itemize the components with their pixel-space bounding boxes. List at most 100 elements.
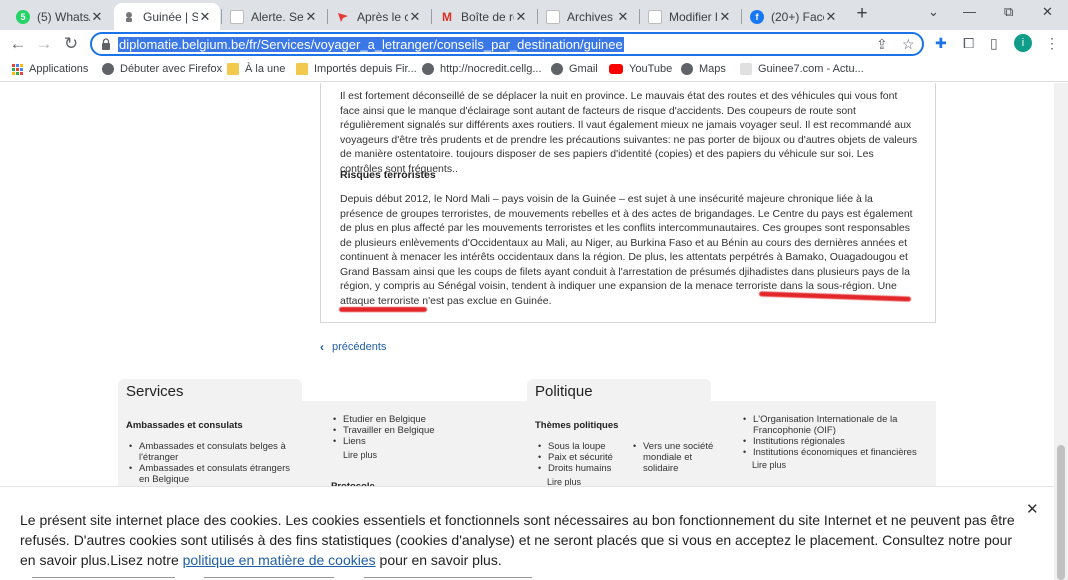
section-heading-risques: Risques terroristes — [340, 169, 436, 181]
extension-icon[interactable]: ✚ — [935, 35, 947, 52]
page-scrollbar[interactable] — [1054, 83, 1068, 580]
close-icon[interactable]: ✕ — [718, 9, 732, 25]
cookie-policy-link[interactable]: politique en matière de cookies — [183, 552, 376, 568]
arrow-logo-icon — [336, 10, 350, 24]
tab-title: Archives de — [567, 9, 616, 24]
globe-icon — [681, 63, 693, 75]
new-tab-button[interactable]: + — [852, 4, 872, 24]
footer-heading-themes[interactable]: Thèmes politiques — [535, 420, 618, 431]
footer-heading-ambassades[interactable]: Ambassades et consulats — [126, 420, 243, 431]
profile-avatar[interactable]: i — [1014, 34, 1032, 52]
tab-apres[interactable]: Après le co ✕ — [328, 3, 430, 30]
list-item[interactable]: L'Organisation Internationale de la Fran… — [742, 414, 922, 436]
tab-alerte[interactable]: Alerte. Selo ✕ — [222, 3, 326, 30]
page-icon — [546, 9, 560, 24]
article-paragraph-roads: Il est fortement déconseillé de se dépla… — [340, 90, 918, 175]
red-scribble — [339, 307, 427, 312]
close-icon[interactable]: ✕ — [514, 9, 528, 25]
side-panel-icon[interactable]: ▯ — [990, 35, 998, 52]
list-item[interactable]: Liens — [332, 436, 512, 447]
gmail-icon: M — [442, 9, 452, 24]
list-item[interactable]: Ambassades et consulats belges à l'étran… — [128, 441, 300, 463]
window-close-icon[interactable]: ✕ — [1042, 4, 1053, 20]
tab-modifier[interactable]: Modifier l'a ✕ — [640, 3, 740, 30]
url-text[interactable]: diplomatie.belgium.be/fr/Services/voyage… — [118, 37, 624, 52]
footer-tab-politique[interactable]: Politique — [527, 379, 711, 401]
list-item[interactable]: Sous la loupe — [537, 441, 627, 452]
scrollbar-thumb[interactable] — [1057, 445, 1065, 580]
bookmark-a-la-une[interactable]: À la une — [227, 63, 285, 75]
cookie-banner: ✕ Le présent site internet place des coo… — [0, 486, 1054, 580]
close-icon[interactable]: ✕ — [304, 9, 318, 25]
globe-icon — [102, 63, 114, 75]
tab-facebook[interactable]: f (20+) Faceb ✕ — [742, 3, 846, 30]
close-icon[interactable]: ✕ — [616, 9, 630, 25]
footer-tab-services[interactable]: Services — [118, 379, 302, 401]
bookmark-importes-firefox[interactable]: Importés depuis Fir... — [296, 63, 417, 75]
cookie-message: Le présent site internet place des cooki… — [20, 512, 1015, 568]
read-more-link[interactable]: Lire plus — [343, 450, 377, 460]
page-icon — [648, 9, 662, 24]
footer-list-themes: Sous la loupe Paix et sécurité Droits hu… — [537, 441, 627, 474]
bookmark-youtube[interactable]: YouTube — [609, 63, 672, 75]
chevron-left-icon: ‹ — [320, 340, 324, 354]
loading-icon — [122, 9, 136, 24]
tab-strip: 5 (5) WhatsApp ✕ Guinée | Se ✕ Alerte. S… — [0, 0, 1068, 30]
page-viewport: Il est fortement déconseillé de se dépla… — [0, 83, 1054, 580]
previous-link[interactable]: ‹ précédents — [320, 340, 386, 354]
bookmark-nocredit[interactable]: http://nocredit.cellg... — [422, 63, 542, 75]
list-item[interactable]: Vers une société mondiale et solidaire — [632, 441, 728, 474]
globe-icon — [551, 63, 563, 75]
list-item[interactable]: Institutions régionales — [742, 436, 922, 447]
close-icon[interactable]: ✕ — [90, 9, 104, 25]
list-item[interactable]: Droits humains — [537, 463, 627, 474]
share-icon[interactable]: ⇪ — [876, 36, 888, 53]
tab-search-icon[interactable]: ⌄ — [928, 4, 939, 20]
menu-icon[interactable]: ⋮ — [1045, 35, 1059, 52]
list-item[interactable]: Ambassades et consulats étrangers en Bel… — [128, 463, 300, 485]
globe-icon — [422, 63, 434, 75]
tab-guinee[interactable]: Guinée | Se ✕ — [114, 3, 220, 30]
tab-archives[interactable]: Archives de ✕ — [538, 3, 638, 30]
page-icon — [740, 63, 752, 75]
tab-title: Boîte de ré — [461, 9, 514, 24]
folder-icon — [296, 63, 308, 75]
back-icon[interactable]: ← — [8, 34, 28, 54]
footer-list-etudier: Etudier en Belgique Travailler en Belgiq… — [332, 414, 512, 447]
footer-list-ambassades: Ambassades et consulats belges à l'étran… — [128, 441, 300, 485]
tab-title: Alerte. Selo — [251, 9, 304, 24]
tab-whatsapp[interactable]: 5 (5) WhatsApp ✕ — [8, 3, 112, 30]
list-item[interactable]: Paix et sécurité — [537, 452, 627, 463]
tab-title: (20+) Faceb — [771, 9, 824, 24]
tab-title: (5) WhatsApp — [37, 9, 90, 24]
restore-icon[interactable]: ⧉ — [1004, 4, 1013, 20]
bookmark-maps[interactable]: Maps — [681, 63, 726, 75]
article-box: Il est fortement déconseillé de se dépla… — [320, 83, 936, 323]
apps-grid-icon — [12, 63, 23, 75]
forward-icon[interactable]: → — [34, 34, 54, 54]
bookmark-guinee7[interactable]: Guinee7.com - Actu... — [740, 63, 864, 75]
footer-list-oif: L'Organisation Internationale de la Fran… — [742, 414, 922, 458]
read-more-link[interactable]: Lire plus — [752, 460, 786, 470]
address-bar[interactable]: diplomatie.belgium.be/fr/Services/voyage… — [90, 32, 924, 56]
reload-icon[interactable]: ↻ — [61, 34, 81, 54]
footer-list-societe: Vers une société mondiale et solidaire — [632, 441, 728, 474]
lock-icon[interactable] — [101, 38, 111, 50]
facebook-icon: f — [750, 9, 764, 24]
list-item[interactable]: Etudier en Belgique — [332, 414, 512, 425]
close-icon[interactable]: ✕ — [198, 9, 212, 25]
page-icon — [230, 9, 244, 24]
puzzle-icon[interactable]: ⧠ — [963, 35, 974, 52]
list-item[interactable]: Institutions économiques et financières — [742, 447, 922, 458]
bookmark-debuter-firefox[interactable]: Débuter avec Firefox — [102, 63, 222, 75]
star-icon[interactable]: ☆ — [902, 36, 915, 53]
tab-title: Modifier l'a — [669, 9, 718, 24]
bookmark-gmail[interactable]: Gmail — [551, 63, 598, 75]
close-icon[interactable]: ✕ — [824, 9, 838, 25]
tab-gmail[interactable]: M Boîte de ré ✕ — [432, 3, 536, 30]
minimize-icon[interactable]: — — [963, 4, 976, 19]
bookmark-applications[interactable]: Applications — [12, 63, 88, 75]
youtube-icon — [609, 64, 623, 74]
close-icon[interactable]: ✕ — [408, 9, 422, 25]
list-item[interactable]: Travailler en Belgique — [332, 425, 512, 436]
